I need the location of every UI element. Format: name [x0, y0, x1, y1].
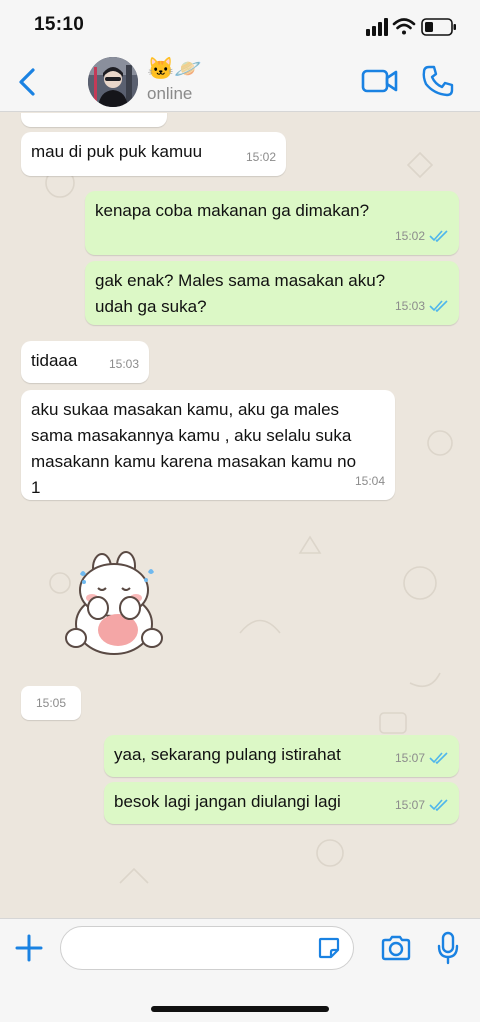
camera-icon: [381, 935, 411, 961]
sticker-icon: [318, 937, 340, 959]
status-icons: [366, 18, 456, 36]
message-time: 15:02: [394, 229, 425, 243]
message-bubble-incoming[interactable]: aku sukaa masakan kamu, aku ga males sam…: [21, 390, 395, 500]
message-time: 15:02: [245, 150, 276, 164]
camera-button[interactable]: [380, 934, 412, 962]
avatar-photo: [88, 57, 138, 107]
contact-name[interactable]: 🐱🪐: [147, 56, 202, 82]
plus-icon: [15, 934, 43, 962]
voice-call-button[interactable]: [421, 64, 455, 98]
wifi-icon: [392, 18, 416, 35]
phone-icon: [422, 65, 454, 97]
message-time: 15:02: [127, 113, 157, 121]
message-meta: 15:03: [395, 293, 449, 319]
partial-message-bubble[interactable]: 15:02: [21, 113, 167, 127]
message-meta: 15:07: [395, 745, 449, 771]
message-bubble-outgoing[interactable]: besok lagi jangan diulangi lagi 15:07: [104, 782, 459, 824]
back-button[interactable]: [14, 66, 42, 98]
message-meta: 15:03: [109, 351, 139, 377]
contact-status: online: [147, 84, 193, 103]
sticker-button[interactable]: [317, 936, 341, 960]
battery-icon: [421, 18, 456, 36]
message-time: 15:03: [108, 357, 139, 371]
message-bubble-outgoing[interactable]: yaa, sekarang pulang istirahat 15:07: [104, 735, 459, 777]
message-text: kenapa coba makanan ga dimakan?: [95, 201, 370, 220]
message-bubble-incoming[interactable]: mau di puk puk kamuu 15:02: [21, 132, 286, 176]
microphone-icon: [437, 931, 459, 965]
signal-icon: [366, 18, 388, 36]
read-receipt-icon: [429, 230, 448, 242]
read-receipt-icon: [429, 300, 448, 312]
message-meta: 15:02: [127, 113, 157, 121]
sticker-time-chip: 15:05: [21, 686, 81, 720]
message-meta: 15:02: [246, 144, 276, 170]
message-text: aku sukaa masakan kamu, aku ga males sam…: [31, 400, 357, 497]
attach-button[interactable]: [14, 933, 44, 963]
crying-bunny-sticker[interactable]: [62, 548, 166, 660]
message-bubble-outgoing[interactable]: kenapa coba makanan ga dimakan? 15:02: [85, 191, 459, 255]
home-indicator: [151, 1006, 329, 1012]
message-meta: 15:07: [395, 792, 449, 818]
message-text: mau di puk puk kamuu: [31, 142, 203, 161]
status-time: 15:10: [34, 14, 85, 35]
message-time: 15:03: [394, 299, 425, 313]
message-input[interactable]: [60, 926, 354, 970]
message-bubble-outgoing[interactable]: gak enak? Males sama masakan aku? udah g…: [85, 261, 459, 325]
chat-header: 🐱🪐 online: [0, 52, 480, 112]
video-camera-icon: [361, 69, 398, 93]
video-call-button[interactable]: [361, 66, 399, 96]
message-meta: 15:02: [395, 223, 449, 249]
message-meta: 15:04: [355, 468, 385, 494]
chat-area[interactable]: 15:02 mau di puk puk kamuu 15:02 kenapa …: [0, 113, 480, 918]
chevron-left-icon: [19, 68, 35, 96]
read-receipt-icon: [429, 799, 448, 811]
message-time: 15:07: [394, 751, 425, 765]
avatar[interactable]: [88, 57, 138, 107]
read-receipt-icon: [429, 752, 448, 764]
status-bar: 15:10: [0, 0, 480, 52]
message-time: 15:04: [354, 474, 385, 488]
message-bubble-incoming[interactable]: tidaaa 15:03: [21, 341, 149, 383]
microphone-button[interactable]: [437, 931, 459, 965]
message-time: 15:07: [394, 798, 425, 812]
